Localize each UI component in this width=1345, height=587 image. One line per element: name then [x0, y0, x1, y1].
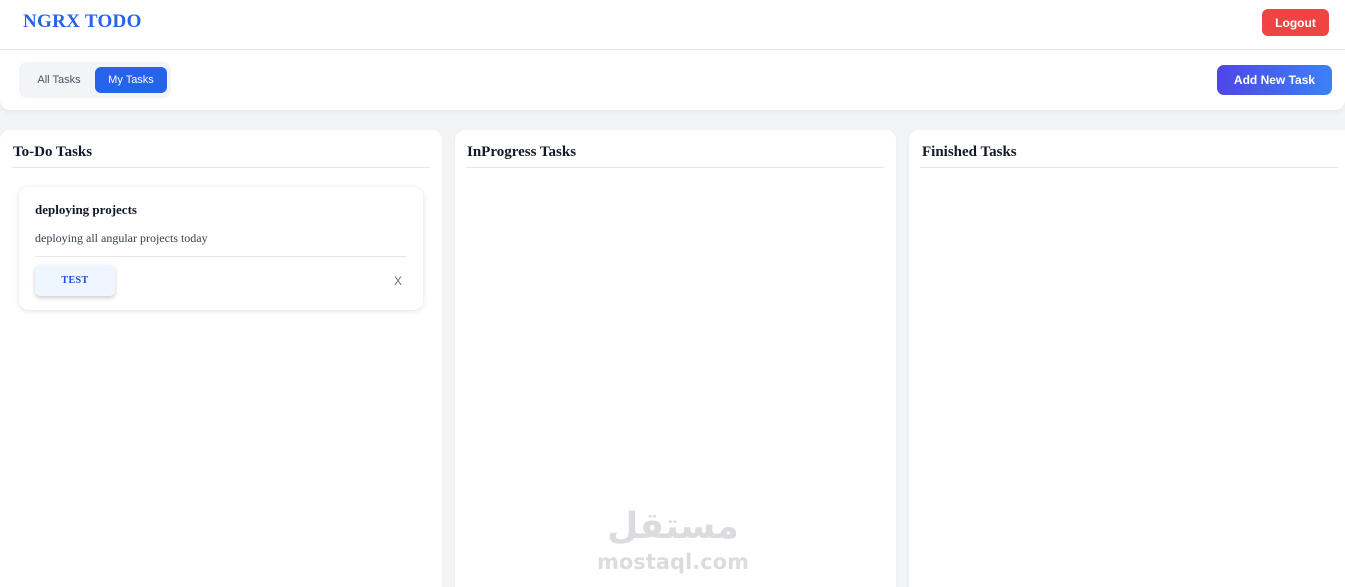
task-card[interactable]: deploying projects deploying all angular…	[19, 187, 423, 310]
card-divider	[35, 256, 407, 257]
column-divider	[12, 167, 430, 168]
add-new-task-button[interactable]: Add New Task	[1217, 65, 1332, 95]
column-title: Finished Tasks	[922, 144, 1017, 160]
task-tag-badge[interactable]: TEST	[35, 265, 115, 296]
column-divider	[920, 167, 1338, 168]
task-toolbar: All Tasks My Tasks Add New Task	[0, 50, 1345, 110]
top-navbar: NGRX TODO Logout	[0, 0, 1345, 50]
task-title: deploying projects	[35, 202, 137, 217]
delete-task-close-icon[interactable]: X	[391, 273, 405, 289]
tab-my-tasks[interactable]: My Tasks	[95, 67, 167, 93]
app-brand: NGRX TODO	[23, 11, 142, 32]
column-title: To-Do Tasks	[13, 144, 93, 160]
column-divider	[466, 167, 884, 168]
logout-button[interactable]: Logout	[1262, 9, 1329, 36]
tab-all-tasks[interactable]: All Tasks	[30, 67, 88, 93]
todo-column: To-Do Tasks deploying projects deploying…	[0, 130, 442, 587]
task-filter-tabs: All Tasks My Tasks	[19, 62, 171, 98]
column-title: InProgress Tasks	[467, 144, 577, 160]
task-description: deploying all angular projects today	[35, 231, 208, 245]
inprogress-column: InProgress Tasks	[455, 130, 896, 587]
finished-column: Finished Tasks	[909, 130, 1345, 587]
